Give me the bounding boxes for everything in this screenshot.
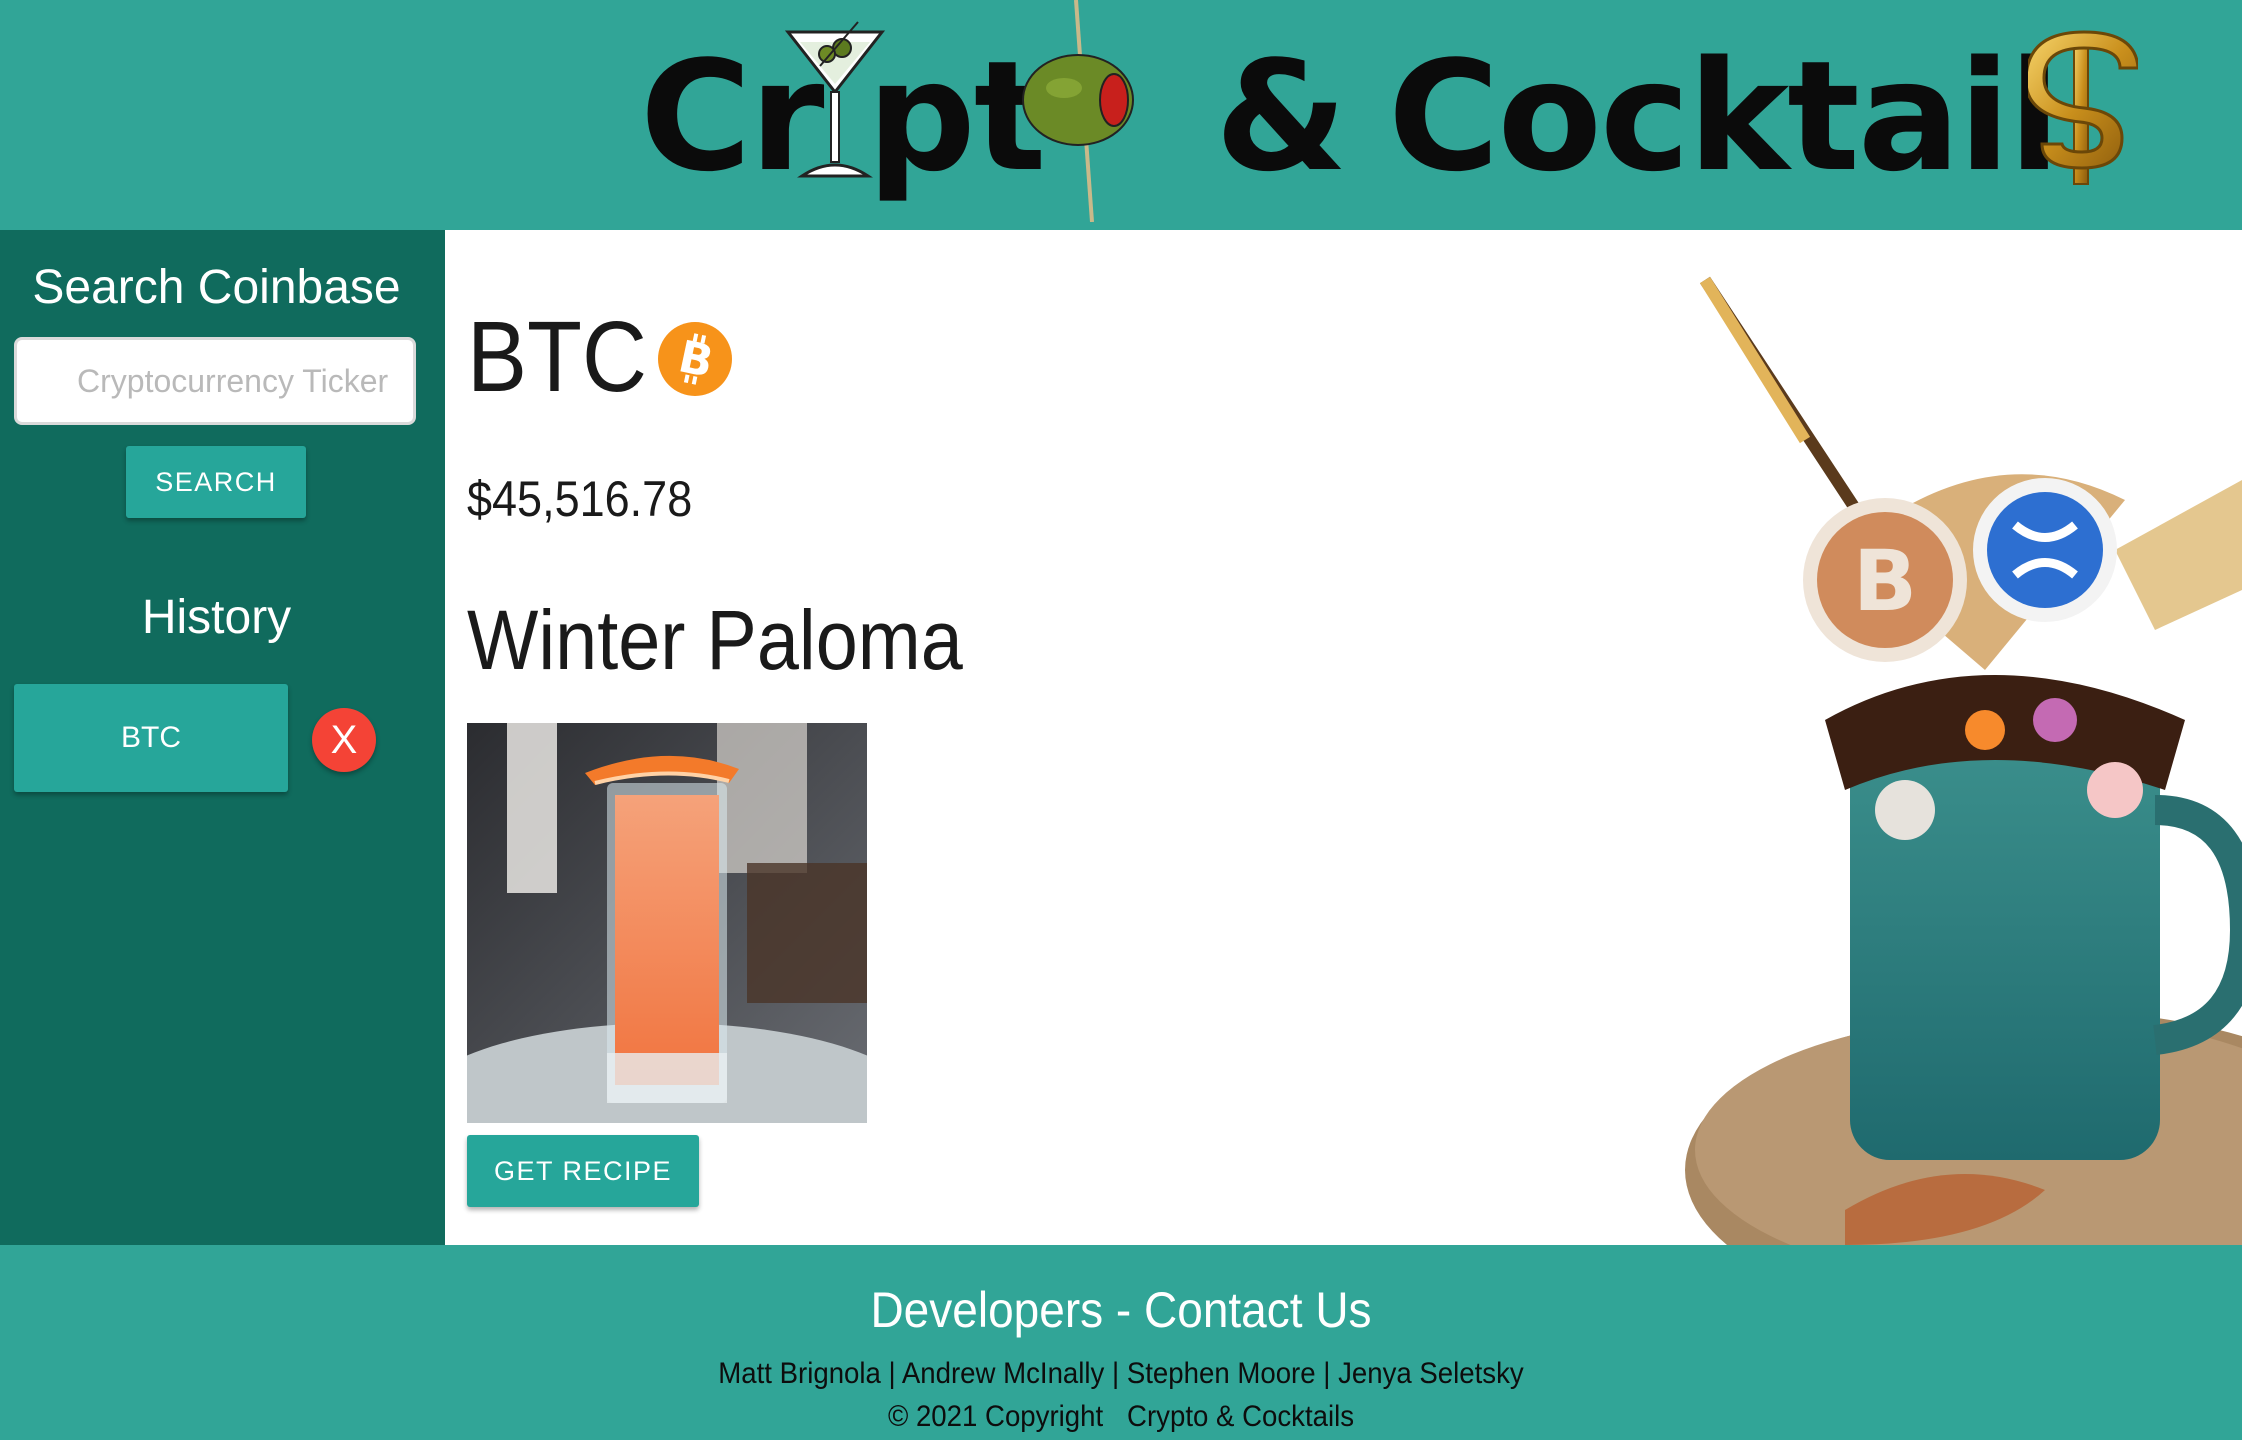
bitcoin-icon: B [658, 322, 732, 396]
svg-text:B: B [1853, 532, 1917, 630]
history-delete-button[interactable]: X [312, 708, 376, 772]
ticker-search-input[interactable] [14, 337, 416, 425]
site-logo[interactable]: Cr pt & Cocktail [640, 0, 2140, 222]
logo-text-part: Cocktail [1388, 28, 2061, 205]
coin-symbol: BTC [467, 301, 647, 413]
dollar-sign-icon [2028, 30, 2138, 185]
site-footer: Developers - Contact Us Matt Brignola | … [0, 1245, 2242, 1440]
search-button[interactable]: SEARCH [126, 446, 306, 518]
sidebar: Search Coinbase SEARCH History BTC X [0, 230, 445, 1245]
freakshake-image: B [1685, 276, 2242, 1245]
get-recipe-button[interactable]: GET RECIPE [467, 1135, 699, 1207]
history-title: History [141, 591, 292, 644]
history-item-button[interactable]: BTC [14, 684, 288, 792]
cocktail-name: Winter Paloma [467, 593, 963, 687]
copyright-brand-link[interactable]: Crypto & Cocktails [1127, 1400, 1354, 1433]
copyright-text: © 2021 Copyright [887, 1400, 1104, 1433]
olive-icon [1022, 0, 1134, 222]
footer-contact-link[interactable]: Developers - Contact Us [90, 1281, 2153, 1339]
footer-developers: Matt Brignola | Andrew McInally | Stephe… [718, 1357, 1524, 1390]
logo-text-part: & [1215, 28, 1348, 205]
search-title: Search Coinbase [32, 261, 401, 314]
cocktail-image [467, 723, 867, 1123]
site-header: Cr pt & Cocktail [0, 0, 2242, 230]
coin-price: $45,516.78 [467, 471, 693, 527]
main-content: BTC B $45,516.78 Winter Paloma GET RECIP… [445, 230, 2242, 1245]
footer-copyright: © 2021 Copyright Crypto & Cocktails [90, 1400, 2153, 1434]
